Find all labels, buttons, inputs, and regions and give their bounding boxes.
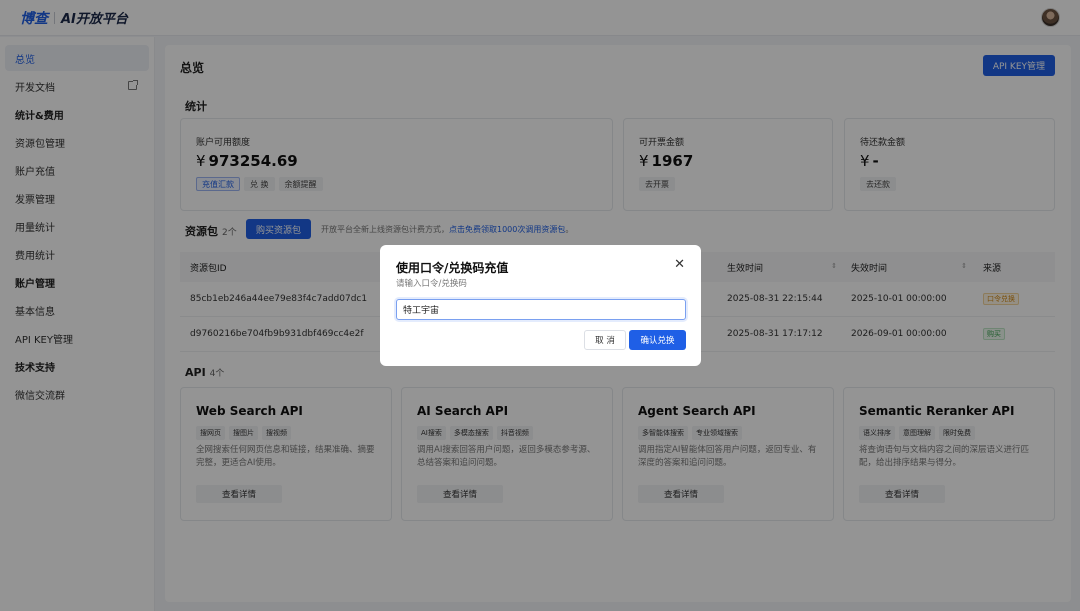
dialog-subtitle: 请输入口令/兑换码 [396, 279, 467, 289]
close-icon[interactable]: ✕ [674, 258, 685, 271]
redeem-code-input[interactable] [396, 299, 686, 320]
redeem-dialog: 使用口令/兑换码充值 请输入口令/兑换码 ✕ 取 消 确认兑换 [380, 245, 701, 366]
cancel-button[interactable]: 取 消 [584, 330, 626, 350]
dialog-title: 使用口令/兑换码充值 [396, 261, 509, 275]
confirm-redeem-button[interactable]: 确认兑换 [629, 330, 686, 350]
